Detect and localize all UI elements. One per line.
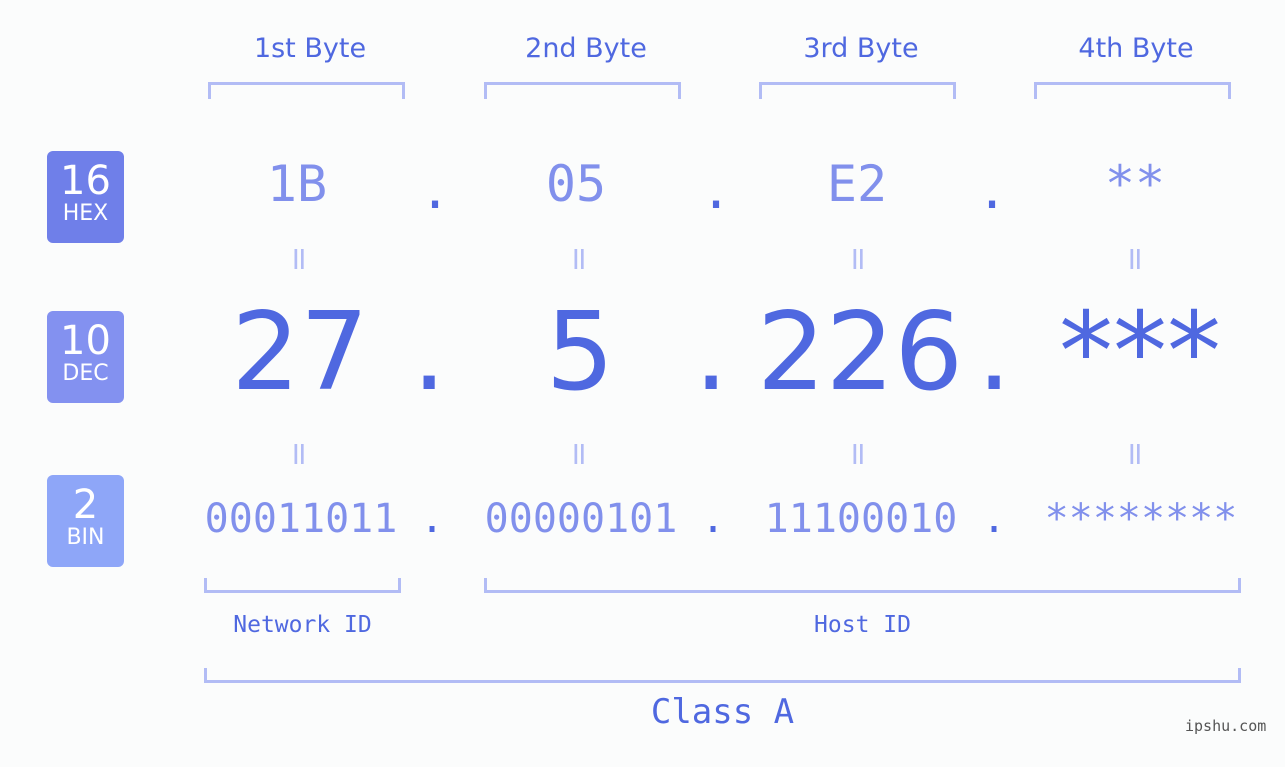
- bin-byte-4: ********: [1044, 496, 1238, 542]
- hex-dot-3: .: [977, 162, 1008, 220]
- byte-bracket-2: [484, 82, 681, 99]
- bin-dot-3: .: [982, 496, 1007, 542]
- equals-sign: =: [840, 245, 878, 273]
- hex-byte-2: 05: [545, 155, 607, 213]
- hex-badge-number: 16: [60, 158, 111, 204]
- dec-badge-number: 10: [60, 318, 111, 364]
- dec-byte-4: ***: [1059, 290, 1221, 415]
- class-bracket: [204, 668, 1241, 683]
- bin-byte-2: 00000101: [484, 496, 678, 542]
- dec-dot-2: .: [694, 290, 729, 415]
- dec-dot-3: .: [977, 290, 1012, 415]
- byte-header-2: 2nd Byte: [525, 33, 647, 64]
- byte-header-3: 3rd Byte: [803, 33, 919, 64]
- bin-badge: 2 BIN: [47, 475, 124, 567]
- bin-byte-3: 11100010: [764, 496, 958, 542]
- byte-bracket-4: [1034, 82, 1231, 99]
- equals-sign: =: [281, 245, 319, 273]
- dec-dot-1: .: [412, 290, 447, 415]
- hex-dot-2: .: [701, 162, 732, 220]
- equals-sign: =: [1117, 245, 1155, 273]
- equals-sign: =: [561, 245, 599, 273]
- bin-dot-1: .: [420, 496, 445, 542]
- byte-bracket-3: [759, 82, 956, 99]
- hex-badge: 16 HEX: [47, 151, 124, 243]
- bin-dot-2: .: [701, 496, 726, 542]
- byte-header-4: 4th Byte: [1078, 33, 1194, 64]
- equals-sign: =: [1117, 440, 1155, 468]
- dec-byte-2: 5: [545, 290, 615, 415]
- bin-badge-label: BIN: [66, 525, 105, 550]
- equals-sign: =: [561, 440, 599, 468]
- dec-byte-3: 226: [756, 290, 964, 415]
- equals-sign: =: [840, 440, 878, 468]
- bin-badge-number: 2: [72, 482, 99, 528]
- hex-byte-3: E2: [826, 155, 888, 213]
- dec-byte-1: 27: [231, 290, 369, 415]
- hex-byte-4: **: [1104, 155, 1166, 213]
- equals-sign: =: [281, 440, 319, 468]
- host-id-bracket: [484, 578, 1241, 593]
- hex-badge-label: HEX: [62, 201, 109, 226]
- watermark: ipshu.com: [1185, 717, 1267, 735]
- hex-byte-1: 1B: [266, 155, 328, 213]
- byte-header-1: 1st Byte: [253, 33, 367, 64]
- bin-byte-1: 00011011: [204, 496, 398, 542]
- dec-badge: 10 DEC: [47, 311, 124, 403]
- host-id-label: Host ID: [814, 612, 911, 638]
- network-id-label: Network ID: [233, 612, 372, 638]
- hex-dot-1: .: [420, 162, 451, 220]
- byte-bracket-1: [208, 82, 405, 99]
- dec-badge-label: DEC: [62, 361, 109, 386]
- class-label: Class A: [650, 692, 795, 732]
- network-id-bracket: [204, 578, 401, 593]
